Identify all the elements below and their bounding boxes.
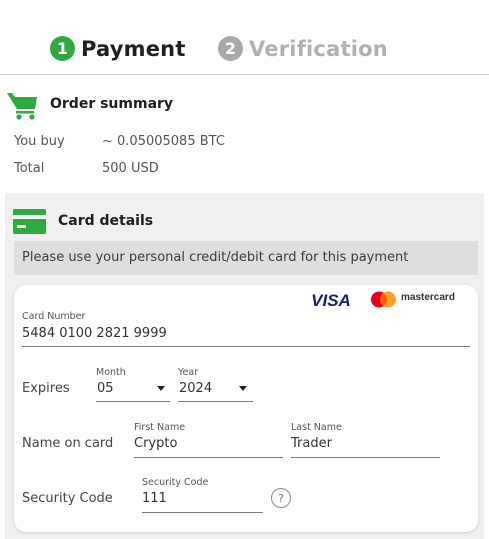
step-label: Payment [81,36,186,61]
year-label: Year [178,367,199,378]
step-payment[interactable]: 1 Payment [50,36,186,61]
caret-down-icon[interactable] [239,386,247,391]
last-name-underline [291,457,440,458]
first-name-input[interactable]: Crypto [134,436,177,451]
security-code-input[interactable]: 111 [142,491,167,506]
card-details-title: Card details [58,213,154,229]
security-code-field-label: Security Code [142,477,209,488]
you-buy-value: ~ 0.05005085 BTC [102,134,225,149]
checkout-steps: 1 Payment 2 Verification [0,36,489,66]
question-circle-icon[interactable]: ? [271,488,291,508]
month-underline [96,401,170,402]
step-number: 1 [50,36,75,61]
card-number-input[interactable]: 5484 0100 2821 9999 [22,326,167,341]
caret-down-icon[interactable] [157,386,165,391]
card-number-label: Card Number [22,311,86,322]
step-label: Verification [249,36,388,61]
you-buy-label: You buy [14,134,65,149]
credit-card-icon [13,209,46,234]
last-name-input[interactable]: Trader [291,436,332,451]
month-select[interactable]: 05 [97,381,114,396]
total-value: 500 USD [102,161,159,176]
first-name-underline [134,457,283,458]
visa-logo-text: VISA [311,291,351,309]
first-name-label: First Name [134,422,186,433]
expires-label: Expires [22,381,70,396]
mastercard-logo [371,291,396,308]
name-on-card-label: Name on card [22,436,114,451]
shopping-cart-icon [7,93,37,120]
security-code-label: Security Code [22,491,113,506]
visa-logo: VISA [311,291,351,309]
year-underline [178,401,253,402]
last-name-label: Last Name [291,422,342,433]
security-code-underline [142,512,263,513]
mastercard-wordmark: mastercard [401,292,455,303]
total-label: Total [14,161,45,176]
year-select[interactable]: 2024 [179,381,212,396]
card-notice: Please use your personal credit/debit ca… [14,241,478,275]
month-label: Month [96,367,126,378]
order-summary-title: Order summary [50,96,174,112]
card-number-underline [22,346,470,347]
step-verification[interactable]: 2 Verification [218,36,388,61]
header-divider [0,74,489,75]
step-number: 2 [218,36,243,61]
